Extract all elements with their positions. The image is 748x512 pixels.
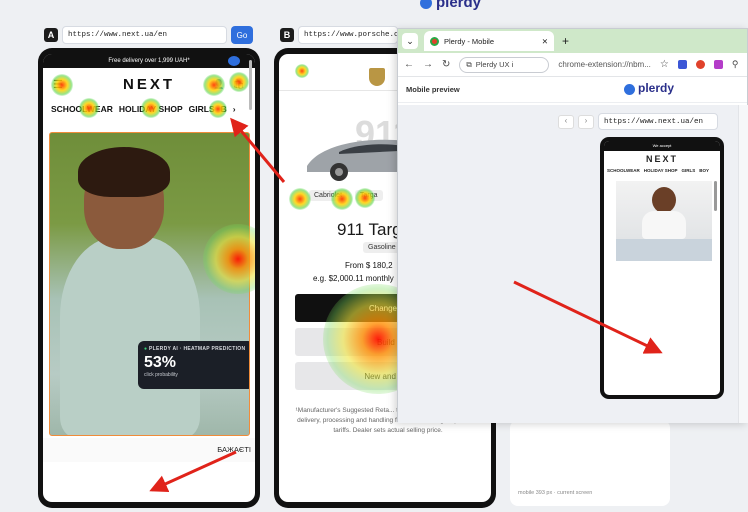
model-title: 911 Targ bbox=[337, 220, 402, 239]
preview-back-button[interactable]: ‹ bbox=[558, 115, 574, 129]
mini-scrollbar[interactable] bbox=[714, 181, 717, 211]
plerdy-header-brand: plerdy bbox=[638, 81, 675, 95]
mini-nav-item[interactable]: SCHOOLWEAR bbox=[607, 168, 640, 173]
go-button[interactable]: Go bbox=[231, 26, 253, 44]
ai-card-value: 53% bbox=[144, 354, 177, 371]
model-chips: Cabriolet Targa bbox=[309, 190, 383, 201]
plerdy-mark-icon bbox=[420, 0, 432, 9]
browser-window: ⌄ Plerdy - Mobile ✕ + ← → ↻ ⧉ Plerdy UX … bbox=[397, 28, 748, 423]
nav-item-holiday-shop[interactable]: HOLIDAY SHOP bbox=[119, 104, 183, 114]
phone-screen-a: Free delivery over 1,999 UAH* ☰ NEXT 👤 🛍… bbox=[43, 54, 255, 502]
mini-kid-shirt bbox=[642, 211, 686, 239]
side-panel-edge bbox=[738, 105, 748, 423]
account-icon[interactable]: 👤 bbox=[213, 79, 224, 90]
promo-bar: Free delivery over 1,999 UAH* bbox=[43, 54, 255, 68]
mini-table bbox=[616, 239, 712, 261]
preview-url-input[interactable]: https://www.next.ua/en bbox=[598, 113, 718, 130]
bookmark-star-icon[interactable]: ☆ bbox=[660, 59, 669, 70]
nav-item-boys[interactable]: B bbox=[221, 104, 227, 114]
panel-a-url-input[interactable]: https://www.next.ua/en bbox=[62, 26, 227, 44]
kid-hoodie bbox=[60, 237, 200, 435]
mini-hero-image[interactable] bbox=[616, 181, 712, 261]
extensions-menu-icon[interactable]: ⚲ bbox=[732, 59, 739, 70]
ai-prediction-card: ● PLERDY AI · HEATMAP PREDICTION 53% cli… bbox=[138, 341, 249, 389]
heat-spot bbox=[295, 64, 309, 78]
fuel-badge: Gasoline bbox=[363, 242, 401, 253]
preview-forward-button[interactable]: › bbox=[578, 115, 594, 129]
category-nav: SCHOOLWEAR HOLIDAY SHOP GIRLS B › bbox=[43, 104, 236, 114]
bag-icon[interactable]: 🛍 bbox=[233, 79, 244, 90]
mini-nav-item[interactable]: HOLIDAY SHOP bbox=[644, 168, 678, 173]
omnibox-site: Plerdy UX i bbox=[475, 60, 514, 69]
extension-icon[interactable] bbox=[713, 60, 723, 69]
hero-image[interactable]: ● PLERDY AI · HEATMAP PREDICTION 53% cli… bbox=[49, 132, 250, 436]
ai-card-title: PLERDY AI · HEATMAP PREDICTION bbox=[149, 346, 246, 352]
nav-item-girls[interactable]: GIRLS bbox=[189, 104, 215, 114]
preview-header: Mobile preview plerdy bbox=[398, 77, 747, 103]
mini-next-logo[interactable]: NEXT bbox=[604, 154, 720, 164]
new-tab-icon[interactable]: + bbox=[562, 34, 569, 48]
heat-spot bbox=[289, 188, 311, 210]
reload-icon[interactable]: ↻ bbox=[442, 59, 450, 70]
tab-favicon-icon bbox=[430, 36, 439, 46]
tab-search-icon[interactable]: ⌄ bbox=[402, 33, 418, 49]
preview-area: ‹ › https://www.next.ua/en We accept NEX… bbox=[398, 105, 738, 423]
mini-promo-bar: We accept bbox=[604, 141, 720, 151]
mini-category-nav: SCHOOLWEAR HOLIDAY SHOP GIRLS BOY bbox=[604, 168, 720, 173]
panel-b-badge: B bbox=[280, 28, 294, 42]
price-line: From $ 180,2 bbox=[345, 261, 393, 270]
corner-label: es bbox=[2, 0, 8, 2]
mini-phone-screen: We accept NEXT SCHOOLWEAR HOLIDAY SHOP G… bbox=[604, 141, 720, 395]
mini-nav-item[interactable]: GIRLS bbox=[682, 168, 696, 173]
mini-nav-item[interactable]: BOY bbox=[699, 168, 709, 173]
ai-card-caption: click probability bbox=[144, 372, 178, 378]
forward-icon[interactable]: → bbox=[423, 59, 433, 70]
vertical-scrollbar[interactable] bbox=[249, 60, 252, 110]
omnibox-url[interactable]: chrome-extension://nbm... bbox=[558, 60, 650, 69]
mobile-preview-label: Mobile preview bbox=[406, 85, 460, 94]
extension-page-icon: ⧉ bbox=[466, 59, 472, 69]
back-icon[interactable]: ← bbox=[404, 59, 414, 70]
chip-targa[interactable]: Targa bbox=[355, 190, 383, 201]
extension-icon[interactable] bbox=[677, 60, 687, 69]
phone-frame-a: Free delivery over 1,999 UAH* ☰ NEXT 👤 🛍… bbox=[38, 48, 260, 508]
footer-text: БАЖАЄТІ bbox=[217, 445, 251, 454]
tab-title: Plerdy - Mobile bbox=[444, 36, 495, 46]
footer-strip: БАЖАЄТІ bbox=[43, 438, 255, 462]
kid-hair bbox=[78, 147, 170, 197]
porsche-crest-icon[interactable] bbox=[369, 68, 385, 86]
plerdy-logo: plerdy bbox=[420, 0, 481, 11]
mini-phone-frame: We accept NEXT SCHOOLWEAR HOLIDAY SHOP G… bbox=[600, 137, 724, 399]
plerdy-extension-icon[interactable] bbox=[695, 60, 705, 69]
browser-toolbar: ← → ↻ ⧉ Plerdy UX i chrome-extension://n… bbox=[398, 53, 747, 77]
plerdy-header-logo: plerdy bbox=[624, 81, 675, 95]
close-tab-icon[interactable]: ✕ bbox=[542, 37, 548, 46]
site-header: ☰ NEXT 👤 🛍 bbox=[43, 76, 255, 93]
panel-c-status: mobile 393 px · current screen bbox=[518, 490, 593, 496]
monthly-line: e.g. $2,000.11 monthly bbox=[313, 274, 394, 283]
nav-item-schoolwear[interactable]: SCHOOLWEAR bbox=[51, 104, 113, 114]
mini-kid-face bbox=[652, 187, 676, 213]
menu-icon[interactable]: ☰ bbox=[53, 78, 63, 91]
panel-a-badge: A bbox=[44, 28, 58, 42]
panel-c-card: mobile 393 px · current screen bbox=[510, 420, 670, 506]
chevron-right-icon[interactable]: › bbox=[233, 104, 236, 114]
plerdy-mark-icon bbox=[624, 84, 635, 95]
tab-plerdy-mobile[interactable]: Plerdy - Mobile ✕ bbox=[424, 31, 554, 51]
panel-b-url-input[interactable]: https://www.porsche.com/usa bbox=[298, 26, 426, 44]
chip-cabriolet[interactable]: Cabriolet bbox=[309, 190, 348, 201]
plerdy-brand-text: plerdy bbox=[436, 0, 482, 11]
tab-strip: ⌄ Plerdy - Mobile ✕ + bbox=[398, 29, 747, 53]
site-info-chip[interactable]: ⧉ Plerdy UX i bbox=[459, 56, 550, 73]
flag-icon[interactable] bbox=[228, 56, 240, 66]
